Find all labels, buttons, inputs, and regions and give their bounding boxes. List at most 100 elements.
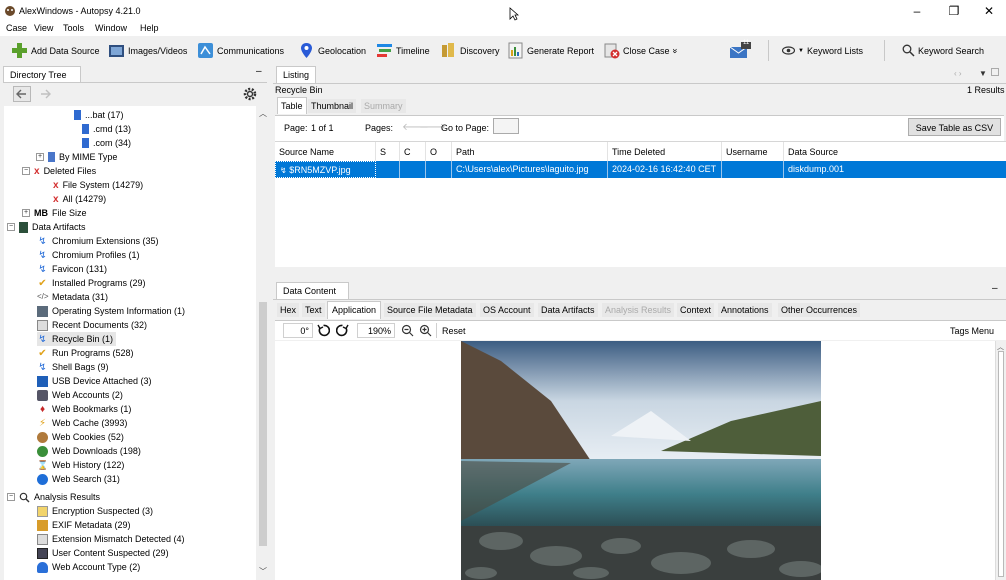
timeline-button[interactable]: Timeline bbox=[376, 40, 430, 61]
tree-item-installed-programs[interactable]: ✔ Installed Programs (29) bbox=[37, 276, 145, 290]
close-window-button[interactable]: ✕ bbox=[974, 3, 1004, 19]
tree-item-usb-device-attached[interactable]: USB Device Attached (3) bbox=[37, 374, 152, 388]
tab-os-account[interactable]: OS Account bbox=[480, 303, 534, 317]
tab-listing[interactable]: Listing bbox=[276, 66, 316, 83]
tree-item-analysis-results[interactable]: − Analysis Results bbox=[7, 490, 100, 504]
gear-icon[interactable] bbox=[242, 86, 258, 102]
restore-panel-icon[interactable] bbox=[991, 68, 999, 76]
tab-annotations[interactable]: Annotations bbox=[718, 303, 772, 317]
images-videos-button[interactable]: Images/Videos bbox=[108, 40, 187, 61]
tab-text[interactable]: Text bbox=[302, 303, 325, 317]
tree-item-metadata[interactable]: </> Metadata (31) bbox=[37, 290, 108, 304]
geolocation-button[interactable]: Geolocation bbox=[298, 40, 366, 61]
tree-item-exif-metadata[interactable]: EXIF Metadata (29) bbox=[37, 518, 131, 532]
column-header-source-name[interactable]: Source Name bbox=[275, 142, 376, 161]
scroll-down-icon[interactable]: ﹀ bbox=[259, 566, 267, 577]
expand-icon[interactable]: + bbox=[22, 209, 30, 217]
column-header-path[interactable]: Path bbox=[452, 142, 608, 161]
tree-item-bat[interactable]: ...bat (17) bbox=[74, 108, 124, 122]
tree-item-web-bookmarks[interactable]: ♦ Web Bookmarks (1) bbox=[37, 402, 131, 416]
viewer-scrollbar[interactable]: ︿ bbox=[995, 341, 1006, 580]
tree-item-chromium-extensions[interactable]: ↯ Chromium Extensions (35) bbox=[37, 234, 158, 248]
tree-item-web-history[interactable]: ⌛ Web History (122) bbox=[37, 458, 124, 472]
keyword-lists-button[interactable]: ▼ Keyword Lists bbox=[782, 40, 863, 61]
tree-item-deleted-files[interactable]: − x Deleted Files bbox=[22, 164, 96, 178]
minimize-panel-button[interactable]: – bbox=[992, 283, 998, 294]
expand-icon[interactable]: + bbox=[36, 153, 44, 161]
tree-item-file-size[interactable]: + MB File Size bbox=[22, 206, 87, 220]
tree-item-web-search[interactable]: Web Search (31) bbox=[37, 472, 120, 486]
tree-item-recycle-bin[interactable]: ↯ Recycle Bin (1) bbox=[37, 332, 117, 346]
collapse-icon[interactable]: − bbox=[7, 223, 15, 231]
tab-other-occurrences[interactable]: Other Occurrences bbox=[778, 303, 861, 317]
menu-view[interactable]: View bbox=[34, 23, 53, 33]
minimize-window-button[interactable]: – bbox=[902, 3, 932, 19]
generate-report-button[interactable]: Generate Report bbox=[507, 40, 594, 61]
scroll-thumb[interactable] bbox=[259, 302, 267, 546]
tree-item-all[interactable]: x All (14279) bbox=[53, 192, 106, 206]
menu-help[interactable]: Help bbox=[140, 23, 159, 33]
tree-item-com[interactable]: .com (34) bbox=[82, 136, 131, 150]
tab-navigation-icon[interactable]: ‹ › bbox=[954, 69, 962, 78]
tree-item-by-mime-type[interactable]: + By MIME Type bbox=[36, 150, 117, 164]
tree-item-operating-system-information[interactable]: Operating System Information (1) bbox=[37, 304, 185, 318]
menu-window[interactable]: Window bbox=[95, 23, 127, 33]
column-header-o[interactable]: O bbox=[426, 142, 452, 161]
minimize-panel-button[interactable]: – bbox=[256, 66, 262, 77]
tree-item-web-cache[interactable]: ⚡ Web Cache (3993) bbox=[37, 416, 127, 430]
zoom-out-icon[interactable] bbox=[401, 324, 414, 337]
tree-item-web-accounts[interactable]: Web Accounts (2) bbox=[37, 388, 123, 402]
column-header-s[interactable]: S bbox=[376, 142, 400, 161]
tags-menu-button[interactable]: Tags Menu bbox=[950, 326, 994, 336]
keyword-search-button[interactable]: Keyword Search bbox=[902, 40, 984, 61]
reset-button[interactable]: Reset bbox=[442, 326, 466, 336]
tree-item-web-downloads[interactable]: Web Downloads (198) bbox=[37, 444, 141, 458]
tree-item-chromium-profiles[interactable]: ↯ Chromium Profiles (1) bbox=[37, 248, 139, 262]
column-header-time-deleted[interactable]: Time Deleted bbox=[608, 142, 722, 161]
scroll-up-icon[interactable]: ︿ bbox=[259, 108, 267, 119]
tree-item-web-cookies[interactable]: Web Cookies (52) bbox=[37, 430, 124, 444]
tree-scrollbar[interactable]: ︿ ﹀ bbox=[257, 106, 269, 580]
tab-table[interactable]: Table bbox=[277, 97, 307, 114]
menu-case[interactable]: Case bbox=[6, 23, 27, 33]
go-to-page-input[interactable] bbox=[493, 118, 519, 134]
column-header-username[interactable]: Username bbox=[722, 142, 784, 161]
add-data-source-button[interactable]: Add Data Source bbox=[11, 40, 100, 61]
forward-arrow-icon[interactable] bbox=[36, 86, 54, 102]
tree-item-user-content-suspected[interactable]: User Content Suspected (29) bbox=[37, 546, 169, 560]
tab-source-file-metadata[interactable]: Source File Metadata bbox=[384, 303, 476, 317]
discovery-button[interactable]: Discovery bbox=[440, 40, 500, 61]
menu-tools[interactable]: Tools bbox=[63, 23, 84, 33]
rotate-left-icon[interactable] bbox=[317, 324, 330, 337]
tab-dropdown-icon[interactable]: ▼ bbox=[979, 69, 987, 78]
zoom-field[interactable]: 190% bbox=[357, 323, 395, 338]
tab-data-artifacts[interactable]: Data Artifacts bbox=[538, 303, 598, 317]
collapse-icon[interactable]: − bbox=[7, 493, 15, 501]
column-header-c[interactable]: C bbox=[400, 142, 426, 161]
back-arrow-icon[interactable] bbox=[13, 86, 31, 102]
save-table-csv-button[interactable]: Save Table as CSV bbox=[908, 118, 1001, 136]
collapse-icon[interactable]: − bbox=[22, 167, 30, 175]
tab-summary[interactable]: Summary bbox=[361, 99, 406, 113]
scroll-thumb[interactable] bbox=[998, 351, 1004, 577]
tab-application[interactable]: Application bbox=[327, 301, 382, 319]
tab-data-content[interactable]: Data Content bbox=[276, 282, 349, 299]
rotation-field[interactable]: 0° bbox=[283, 323, 313, 338]
more-tools-chevron-icon[interactable]: » bbox=[670, 48, 680, 53]
tree-item-cmd[interactable]: .cmd (13) bbox=[82, 122, 131, 136]
tab-directory-tree[interactable]: Directory Tree bbox=[3, 66, 81, 83]
tree-item-extension-mismatch[interactable]: Extension Mismatch Detected (4) bbox=[37, 532, 185, 546]
tab-hex[interactable]: Hex bbox=[277, 303, 300, 317]
zoom-in-icon[interactable] bbox=[419, 324, 432, 337]
tree-item-recent-documents[interactable]: Recent Documents (32) bbox=[37, 318, 147, 332]
tree-item-file-system[interactable]: x File System (14279) bbox=[53, 178, 143, 192]
tree-item-shell-bags[interactable]: ↯ Shell Bags (9) bbox=[37, 360, 108, 374]
tab-analysis-results[interactable]: Analysis Results bbox=[602, 303, 675, 317]
inbox-button[interactable]: 11 bbox=[729, 40, 751, 61]
tab-context[interactable]: Context bbox=[677, 303, 715, 317]
tree-item-data-artifacts[interactable]: − Data Artifacts bbox=[7, 220, 86, 234]
tree-item-run-programs[interactable]: ✔ Run Programs (528) bbox=[37, 346, 133, 360]
column-header-data-source[interactable]: Data Source bbox=[784, 142, 1006, 161]
tab-thumbnail[interactable]: Thumbnail bbox=[308, 99, 357, 113]
tree-item-encryption-suspected[interactable]: Encryption Suspected (3) bbox=[37, 504, 153, 518]
